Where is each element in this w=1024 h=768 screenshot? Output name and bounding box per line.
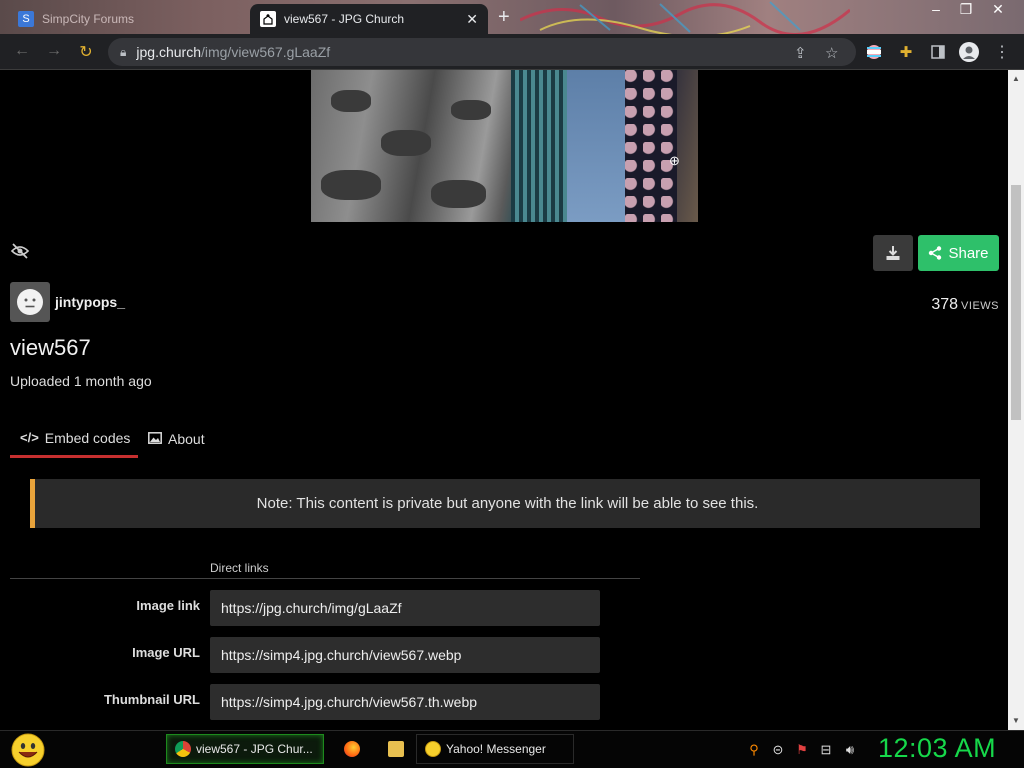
start-button[interactable] [8,733,48,767]
browser-toolbar: ← → ↻ 🔒︎ jpg.church/img/view567.gLaaZf ⇪… [0,34,1024,70]
upload-date: Uploaded 1 month ago [10,373,152,389]
taskbar: view567 - JPG Chur... Yahoo! Messenger ⚲… [0,730,1024,768]
tab-label: Embed codes [44,429,131,446]
share-label: Share [948,244,989,262]
browser-tab-strip: S SimpCity Forums view567 - JPG Church ✕… [0,0,1024,34]
share-icon [929,246,942,260]
taskbar-item-firefox[interactable] [336,734,362,764]
divider [10,578,640,579]
neutral-face-icon [17,289,43,315]
profile-avatar-icon[interactable] [959,42,979,62]
status-tray-icon[interactable]: ⊝ [770,742,786,758]
url-path: /img/view567.gLaaZf [200,44,331,60]
taskbar-item-explorer[interactable] [380,734,406,764]
image-url-field[interactable] [210,637,600,673]
link-row-thumbnail-url: Thumbnail URL [0,684,600,720]
privacy-note: Note: This content is private but anyone… [30,479,980,528]
image-link-field[interactable] [210,590,600,626]
lock-icon: 🔒︎ [120,44,127,59]
tab-label: About [168,431,205,447]
theme-artwork [520,1,850,34]
chrome-icon [175,741,191,757]
smiley-start-icon [11,733,45,767]
taskbar-item-yahoo-messenger[interactable]: Yahoo! Messenger [416,734,574,764]
link-row-image-link: Image link [0,590,600,626]
restore-icon[interactable]: ❐ [950,0,982,18]
explorer-icon [388,741,404,757]
firefox-icon [344,741,360,757]
share-button[interactable]: Share [918,235,999,271]
thumbnail-url-field[interactable] [210,684,600,720]
task-label: view567 - JPG Chur... [196,742,313,756]
tab-about[interactable]: About [148,420,205,458]
image-preview[interactable] [311,70,698,222]
direct-links-heading: Direct links [210,561,269,575]
tab-simpcity[interactable]: S SimpCity Forums [8,4,246,34]
minimize-icon[interactable]: – [920,0,952,18]
link-label: Image link [136,598,200,613]
flag-extension-icon[interactable] [864,42,884,62]
tab-title: SimpCity Forums [42,12,135,26]
side-panel-icon[interactable] [928,42,948,62]
screen: S SimpCity Forums view567 - JPG Church ✕… [0,0,1024,768]
views-counter: 378 VIEWS [931,296,999,314]
username-link[interactable]: jintypops_ [55,294,125,310]
church-favicon-icon [260,11,276,27]
user-avatar[interactable] [10,282,50,322]
link-label: Image URL [132,645,200,660]
back-icon[interactable]: ← [12,42,32,60]
page-content: ⊕ Share jintypops_ 378 VIEWS view567 Uplo… [0,70,1008,730]
tab-jpg-church[interactable]: view567 - JPG Church ✕ [250,4,488,34]
address-bar[interactable]: 🔒︎ jpg.church/img/view567.gLaaZf ⇪ ☆ [108,38,856,66]
task-label: Yahoo! Messenger [446,742,546,756]
views-label: VIEWS [961,300,999,312]
new-tab-button[interactable]: + [498,6,510,29]
link-label: Thumbnail URL [103,692,200,707]
page-scrollbar[interactable]: ▲ ▼ [1008,70,1024,730]
search-tray-icon[interactable]: ⚲ [746,742,762,758]
zoom-in-cursor-icon: ⊕ [669,153,680,168]
taskbar-clock[interactable]: 12:03 AM [878,733,996,764]
image-title: view567 [10,335,91,360]
link-row-image-url: Image URL [0,637,600,673]
close-window-icon[interactable]: ✕ [982,0,1014,18]
tab-embed-codes[interactable]: </> Embed codes [10,420,138,458]
yahoo-messenger-icon [425,741,441,757]
image-icon [148,431,162,447]
download-icon [886,246,900,260]
url-host: jpg.church [136,44,201,60]
forward-icon[interactable]: → [44,42,64,60]
reload-icon[interactable]: ↻ [76,42,96,62]
volume-icon[interactable]: 🔊︎ [842,742,858,758]
extensions-puzzle-icon[interactable]: ✚ [896,42,916,62]
tab-close-icon[interactable]: ✕ [466,11,478,28]
menu-kebab-icon[interactable]: ⋮ [992,42,1012,62]
download-button[interactable] [873,235,913,271]
bookmark-star-icon[interactable]: ☆ [825,44,838,62]
simpcity-favicon-icon: S [18,11,34,27]
taskbar-item-chrome[interactable]: view567 - JPG Chur... [166,734,324,764]
eye-slash-icon[interactable] [10,243,30,259]
code-icon: </> [20,430,39,445]
network-icon[interactable]: ⊟ [818,742,834,758]
tab-title: view567 - JPG Church [284,12,405,26]
views-count: 378 [931,296,959,313]
scroll-down-arrow-icon[interactable]: ▼ [1008,716,1024,725]
scroll-thumb[interactable] [1011,185,1021,420]
action-center-flag-icon[interactable]: ⚑ [794,742,810,758]
share-page-icon[interactable]: ⇪ [794,44,807,62]
scroll-up-arrow-icon[interactable]: ▲ [1008,74,1024,83]
